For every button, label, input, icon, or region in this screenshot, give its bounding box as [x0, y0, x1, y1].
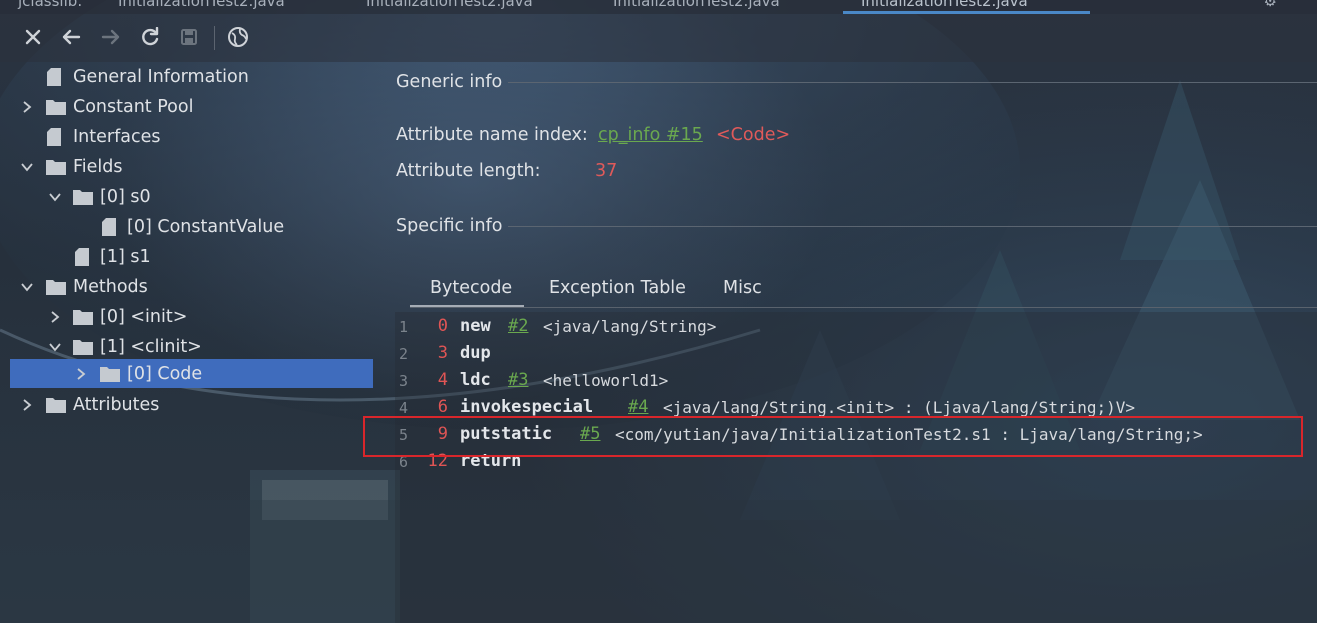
chevron-right-icon[interactable] — [48, 310, 62, 324]
refresh-icon[interactable] — [137, 24, 163, 50]
line-number: 4 — [399, 399, 409, 417]
bytecode-offset: 4 — [437, 370, 448, 390]
tree-item-label: [0] ConstantValue — [127, 217, 285, 237]
chevron-down-icon[interactable] — [48, 340, 62, 354]
bytecode-row[interactable]: 3 4 ldc #3 <helloworld1> — [383, 368, 1317, 395]
editor-tab-strip: jclasslib: InitializationTest2.java Init… — [0, 0, 1317, 14]
folder-icon — [46, 398, 66, 413]
tree-item-interfaces[interactable]: Interfaces — [10, 122, 373, 152]
file-icon — [75, 248, 89, 266]
tree-item-label: General Information — [73, 67, 249, 87]
bytecode-offset: 6 — [437, 397, 448, 417]
attribute-name-value: <Code> — [716, 125, 791, 145]
folder-icon — [46, 100, 66, 115]
detail-panel: Generic info Attribute name index: cp_in… — [383, 62, 1317, 623]
tree-item-field-s1[interactable]: [1] s1 — [10, 242, 373, 272]
folder-icon — [46, 280, 66, 295]
chevron-right-icon[interactable] — [20, 100, 34, 114]
attribute-name-index-label: Attribute name index: — [396, 125, 588, 145]
folder-icon — [73, 310, 93, 325]
tree-item-label: [0] Code — [127, 363, 203, 384]
chevron-right-icon[interactable] — [74, 367, 88, 381]
save-icon[interactable] — [176, 24, 202, 50]
chevron-down-icon[interactable] — [20, 160, 34, 174]
constant-pool-ref-link[interactable]: #2 — [508, 316, 528, 336]
tree-item-methods[interactable]: Methods — [10, 272, 373, 302]
constant-pool-ref-link[interactable]: #3 — [508, 370, 528, 390]
section-divider — [508, 226, 1317, 227]
line-number: 2 — [399, 345, 409, 363]
tree-item-label: Methods — [73, 277, 148, 297]
folder-icon — [73, 340, 93, 355]
tree-item-label: [1] <clinit> — [100, 337, 202, 357]
tree-item-method-clinit[interactable]: [1] <clinit> — [10, 332, 373, 362]
back-arrow-icon[interactable] — [58, 24, 84, 50]
close-icon[interactable] — [20, 24, 46, 50]
tree-item-label: [0] <init> — [100, 307, 188, 327]
bytecode-row[interactable]: 2 3 dup — [383, 341, 1317, 368]
file-icon — [47, 128, 61, 146]
web-icon[interactable] — [225, 24, 251, 50]
highlight-annotation-box — [363, 416, 1303, 457]
tab-initializationtest2-2[interactable]: InitializationTest2.java — [366, 0, 533, 10]
tab-initializationtest2-1[interactable]: InitializationTest2.java — [118, 0, 285, 10]
folder-icon — [46, 160, 66, 175]
opcode: new — [460, 316, 491, 336]
section-divider — [508, 82, 1317, 83]
tab-initializationtest2-active[interactable]: InitializationTest2.java — [861, 0, 1028, 10]
tree-item-general-information[interactable]: General Information — [10, 62, 373, 92]
tab-jclasslib[interactable]: jclasslib: — [18, 0, 82, 10]
tab-initializationtest2-3[interactable]: InitializationTest2.java — [613, 0, 780, 10]
operand-description: <java/lang/String.<init> : (Ljava/lang/S… — [663, 398, 1136, 417]
folder-icon — [73, 190, 93, 205]
toolbar-separator — [214, 26, 215, 50]
bytecode-offset: 3 — [437, 343, 448, 363]
tree-item-label: [1] s1 — [100, 247, 151, 267]
specific-info-title: Specific info — [396, 216, 503, 236]
attribute-length-label: Attribute length: — [396, 161, 541, 181]
chevron-right-icon[interactable] — [20, 398, 34, 412]
tree-item-label: Fields — [73, 157, 123, 177]
tree-item-label: Interfaces — [73, 127, 161, 147]
file-icon — [102, 218, 116, 236]
tab-bytecode[interactable]: Bytecode — [430, 278, 512, 298]
operand-description: <java/lang/String> — [543, 317, 717, 336]
tree-item-label: Attributes — [73, 395, 160, 415]
tree-item-constantvalue[interactable]: [0] ConstantValue — [10, 212, 373, 242]
tree-item-label: Constant Pool — [73, 97, 194, 117]
tab-exception-table[interactable]: Exception Table — [549, 278, 686, 298]
cp-info-link[interactable]: cp_info #15 — [598, 125, 703, 145]
line-number: 3 — [399, 372, 409, 390]
bytecode-row[interactable]: 1 0 new #2 <java/lang/String> — [383, 314, 1317, 341]
tree-item-constant-pool[interactable]: Constant Pool — [10, 92, 373, 122]
tab-misc[interactable]: Misc — [723, 278, 762, 298]
generic-info-title: Generic info — [396, 72, 503, 92]
tree-item-field-s0[interactable]: [0] s0 — [10, 182, 373, 212]
opcode: dup — [460, 343, 491, 363]
operand-description: <helloworld1> — [543, 371, 669, 390]
forward-arrow-icon[interactable] — [98, 24, 124, 50]
chevron-down-icon[interactable] — [48, 190, 62, 204]
toolbar — [0, 14, 1317, 62]
line-number: 1 — [399, 318, 409, 336]
tree-item-label: [0] s0 — [100, 187, 151, 207]
tree-item-attributes[interactable]: Attributes — [10, 390, 373, 420]
chevron-down-icon[interactable] — [20, 280, 34, 294]
file-icon — [47, 68, 61, 86]
tree-item-method-init[interactable]: [0] <init> — [10, 302, 373, 332]
constant-pool-ref-link[interactable]: #4 — [628, 397, 648, 417]
class-structure-tree: General Information Constant Pool Interf… — [0, 62, 383, 623]
opcode: invokespecial — [460, 397, 594, 417]
tree-item-fields[interactable]: Fields — [10, 152, 373, 182]
folder-icon — [100, 366, 120, 382]
bytecode-offset: 0 — [437, 316, 448, 336]
opcode: ldc — [460, 370, 491, 390]
gear-icon[interactable]: ⚙ — [1264, 0, 1277, 10]
tabs-divider — [410, 307, 1317, 308]
tree-item-code-selected[interactable]: [0] Code — [10, 359, 373, 388]
attribute-length-value: 37 — [595, 161, 618, 181]
